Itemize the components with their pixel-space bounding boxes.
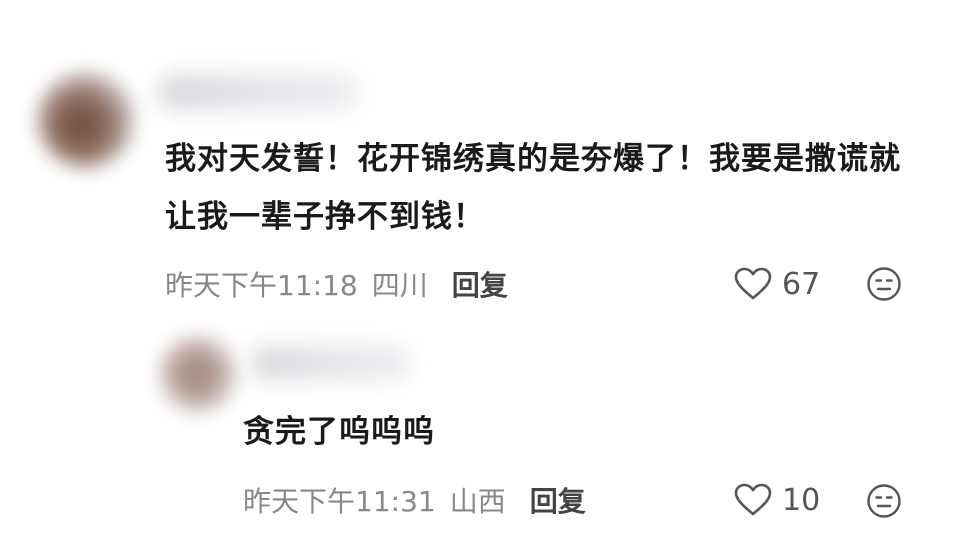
comment-time: 昨天下午11:18 (165, 269, 358, 302)
meh-face-icon[interactable] (866, 483, 902, 519)
meh-face-icon[interactable] (866, 266, 902, 302)
comment-time: 昨天下午11:31 (243, 485, 436, 518)
comment-meta: 昨天下午11:18 四川 回复 (165, 264, 508, 304)
like-count: 10 (782, 482, 821, 518)
like-button[interactable]: 67 (734, 264, 820, 304)
reply-button[interactable]: 回复 (452, 264, 508, 304)
username-blurred[interactable] (250, 346, 410, 380)
comment-location: 山西 (449, 485, 506, 518)
like-count: 67 (782, 266, 821, 302)
like-button[interactable]: 10 (734, 480, 820, 520)
reply-button[interactable]: 回复 (530, 480, 586, 520)
comment-text: 贪完了呜呜呜 (243, 414, 435, 450)
heart-icon (734, 483, 772, 516)
avatar[interactable] (160, 336, 236, 412)
comment-meta: 昨天下午11:31 山西 回复 (243, 480, 586, 520)
heart-icon (734, 267, 772, 300)
comment-text: 我对天发誓！花开锦绣真的是夯爆了！我要是撒谎就让我一辈子挣不到钱！ (165, 141, 901, 235)
comment-location: 四川 (371, 269, 428, 302)
username-blurred[interactable] (158, 74, 358, 110)
avatar[interactable] (38, 72, 134, 168)
